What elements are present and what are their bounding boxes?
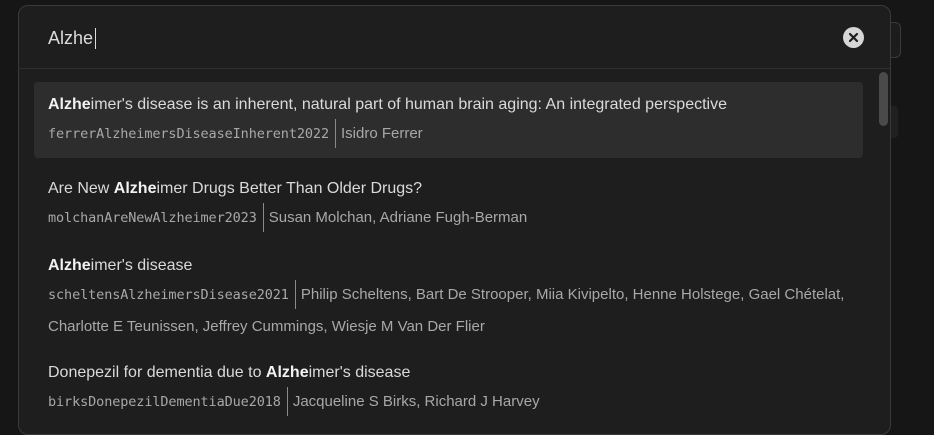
authors: Jacqueline S Birks, Richard J Harvey xyxy=(292,393,540,410)
title-match-highlight: Alzhe xyxy=(113,180,157,197)
title-match-highlight: Alzhe xyxy=(48,96,91,113)
result-title: Donepezil for dementia due to Alzheimer'… xyxy=(48,362,849,384)
title-match-highlight: Alzhe xyxy=(265,364,309,381)
result-title: Alzheimer's disease xyxy=(48,255,849,277)
result-item[interactable]: Donepezil for dementia due to Alzheimer'… xyxy=(34,355,863,425)
title-text: imer Drugs Better Than Older Drugs? xyxy=(156,180,423,197)
citekey: molchanAreNewAlzheimer2023 xyxy=(48,210,257,226)
result-item[interactable]: Alzheimer's disease scheltensAlzheimersD… xyxy=(34,248,863,348)
title-text: imer's disease is an inherent, natural p… xyxy=(90,96,727,113)
citation-search-modal: Alzheimer's disease is an inherent, natu… xyxy=(18,5,891,435)
search-input[interactable] xyxy=(48,24,828,52)
scrollbar-thumb[interactable] xyxy=(879,72,888,126)
search-bar xyxy=(19,6,890,69)
citekey: birksDonepezilDementiaDue2018 xyxy=(48,394,281,410)
result-meta: birksDonepezilDementiaDue2018 Jacqueline … xyxy=(48,386,849,418)
result-item[interactable]: Alzheimer's disease is an inherent, natu… xyxy=(34,82,863,158)
title-text: imer's disease xyxy=(308,364,411,381)
authors: Susan Molchan, Adriane Fugh-Berman xyxy=(268,209,528,226)
separator xyxy=(286,386,288,416)
title-text: Are New xyxy=(48,180,114,197)
separator xyxy=(262,202,264,232)
result-meta: scheltensAlzheimersDisease2021 Philip Sch… xyxy=(48,279,849,342)
citekey: ferrerAlzheimersDiseaseInherent2022 xyxy=(48,126,329,142)
citekey: scheltensAlzheimersDisease2021 xyxy=(48,287,289,303)
separator xyxy=(334,118,336,148)
separator xyxy=(294,279,296,309)
title-match-highlight: Alzhe xyxy=(48,257,91,274)
title-text: imer's disease xyxy=(90,257,193,274)
close-circle-icon[interactable] xyxy=(843,27,864,48)
result-title: Alzheimer's disease is an inherent, natu… xyxy=(48,94,849,116)
result-item[interactable]: Are New Alzheimer Drugs Better Than Olde… xyxy=(34,171,863,241)
result-meta: molchanAreNewAlzheimer2023 Susan Molchan,… xyxy=(48,202,849,234)
result-title: Are New Alzheimer Drugs Better Than Olde… xyxy=(48,178,849,200)
title-text: Donepezil for dementia due to xyxy=(48,364,266,381)
authors: Isidro Ferrer xyxy=(340,125,423,142)
result-meta: ferrerAlzheimersDiseaseInherent2022 Isidr… xyxy=(48,118,849,150)
text-caret xyxy=(95,28,96,49)
